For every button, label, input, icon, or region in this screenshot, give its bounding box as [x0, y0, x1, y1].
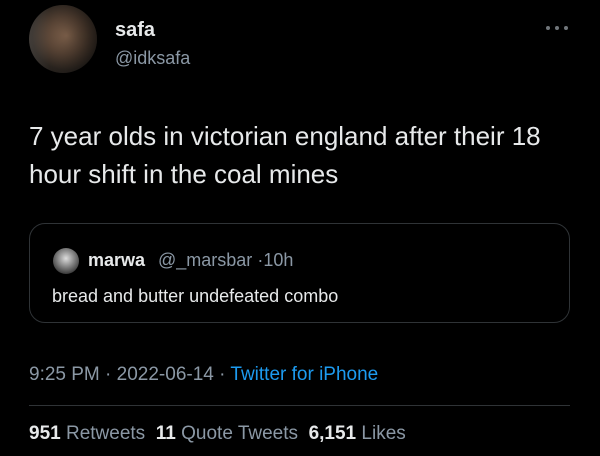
quoted-tweet-card[interactable]: marwa @_marsbar ·10h bread and butter un… — [29, 223, 570, 323]
tweet-source-link[interactable]: Twitter for iPhone — [230, 364, 378, 385]
author-avatar[interactable] — [29, 5, 97, 73]
tweet-text: 7 year olds in victorian england after t… — [29, 121, 541, 189]
meta-separator-1: · — [105, 364, 112, 385]
quoted-author-display-name[interactable]: marwa — [88, 250, 145, 271]
likes-count: 6,151 — [308, 423, 357, 444]
likes-label: Likes — [361, 423, 406, 444]
quoted-author-handle: @_marsbar — [158, 250, 253, 270]
quoted-tweet-text: bread and butter undefeated combo — [52, 286, 339, 306]
quotes-label: Quote Tweets — [181, 423, 299, 444]
meta-separator-2: · — [219, 364, 226, 385]
quoted-author-avatar[interactable] — [53, 248, 79, 274]
author-handle[interactable]: @idksafa — [115, 48, 190, 69]
tweet-meta: 9:25 PM · 2022-06-14 · Twitter for iPhon… — [29, 364, 378, 386]
retweets-count: 951 — [29, 423, 61, 444]
retweets-stat[interactable]: 951 Retweets — [29, 423, 145, 444]
retweets-label: Retweets — [65, 423, 146, 444]
tweet-stats: 951 Retweets 11 Quote Tweets 6,151 Likes — [29, 423, 406, 445]
more-options-icon[interactable] — [544, 23, 570, 33]
author-display-name[interactable]: safa — [115, 19, 155, 42]
tweet-time[interactable]: 9:25 PM — [29, 364, 100, 385]
quoted-author-meta: @_marsbar ·10h — [158, 250, 293, 271]
likes-stat[interactable]: 6,151 Likes — [309, 423, 406, 444]
quotes-stat[interactable]: 11 Quote Tweets — [156, 423, 298, 444]
divider-top — [29, 405, 570, 406]
quotes-count: 11 — [155, 423, 176, 444]
quoted-time-ago: 10h — [263, 250, 294, 270]
tweet-date[interactable]: 2022-06-14 — [117, 364, 214, 385]
